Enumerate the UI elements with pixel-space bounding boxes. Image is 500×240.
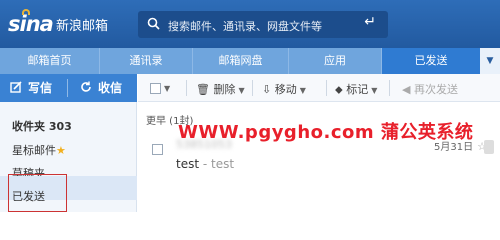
compose-icon [10,74,22,102]
mark-label: 标记 [346,83,369,96]
divider [389,80,390,96]
mark-button[interactable]: ⬥ 标记 ▼ [335,81,377,97]
trash-icon: 🗑 [196,83,210,96]
divider [186,80,187,96]
reply-icon: ◀ [402,83,411,96]
mail-checkbox[interactable] [152,142,163,155]
receive-label: 收信 [98,81,123,95]
mail-subject: test [176,157,200,171]
move-button[interactable]: ⇩ 移动 ▼ [262,81,306,97]
divider [326,80,327,96]
delete-label: 删除 [213,83,236,96]
tag-icon: ⬥ [335,83,343,96]
divider [67,79,68,97]
mail-preview: - test [202,157,235,171]
star-icon: ★ [56,144,66,157]
chevron-down-icon[interactable]: ▼ [480,48,500,74]
mail-subject-row[interactable]: test - test [176,157,234,171]
divider [252,80,253,96]
enter-icon[interactable]: ↵ [364,14,376,30]
search-input[interactable]: 搜索邮件、通讯录、网盘文件等 ↵ [138,11,388,38]
scroll-handle[interactable] [484,140,494,154]
checkbox[interactable] [150,82,161,94]
write-button[interactable]: 写信 [10,74,52,102]
top-header: sina 新浪邮箱 搜索邮件、通讯录、网盘文件等 ↵ [0,0,500,48]
logo-eye-icon [22,9,30,15]
move-icon: ⇩ [262,83,272,96]
folder-inbox[interactable]: 收件夹 303 [12,118,72,134]
mail-toolbar: ▼ 🗑 删除 ▼ ⇩ 移动 ▼ ⬥ 标记 ▼ ◀ 再次发送 [138,74,500,102]
sidebar: 写信 收信 收件夹 303 星标邮件★ 草稿夹 已发送 [0,74,137,212]
chevron-down-icon: ▼ [371,86,378,95]
folder-starred[interactable]: 星标邮件★ [12,142,66,158]
receive-button[interactable]: 收信 [80,74,122,102]
tab-netdisk[interactable]: 邮箱网盘 [193,48,289,74]
chevron-down-icon[interactable]: ▼ [164,84,170,93]
delete-button[interactable]: 🗑 删除 ▼ [196,81,245,97]
search-placeholder: 搜索邮件、通讯录、网盘文件等 [168,20,322,33]
checkbox[interactable] [152,143,163,155]
tab-sent[interactable]: 已发送 [382,48,480,74]
resend-label: 再次发送 [413,83,458,96]
highlight-box [8,174,67,212]
select-all-checkbox[interactable]: ▼ [150,81,170,94]
chevron-down-icon: ▼ [299,86,306,95]
folder-starred-label: 星标邮件 [12,144,56,157]
sidebar-actions: 写信 收信 [0,74,137,102]
chevron-down-icon: ▼ [238,86,245,95]
tab-mail-home[interactable]: 邮箱首页 [0,48,100,74]
watermark-text: WWW.pgygho.com 蒲公英系统 [178,122,474,143]
write-label: 写信 [28,81,53,95]
resend-button[interactable]: ◀ 再次发送 [402,81,458,97]
tab-contacts[interactable]: 通讯录 [100,48,193,74]
sina-logo[interactable]: sina [8,12,54,36]
search-icon [147,17,160,33]
move-label: 移动 [274,83,297,96]
tab-apps[interactable]: 应用 [289,48,382,74]
refresh-icon [80,74,92,102]
brand-title: 新浪邮箱 [56,19,109,34]
nav-tabs: 邮箱首页 通讯录 邮箱网盘 应用 已发送 ▼ [0,48,500,74]
